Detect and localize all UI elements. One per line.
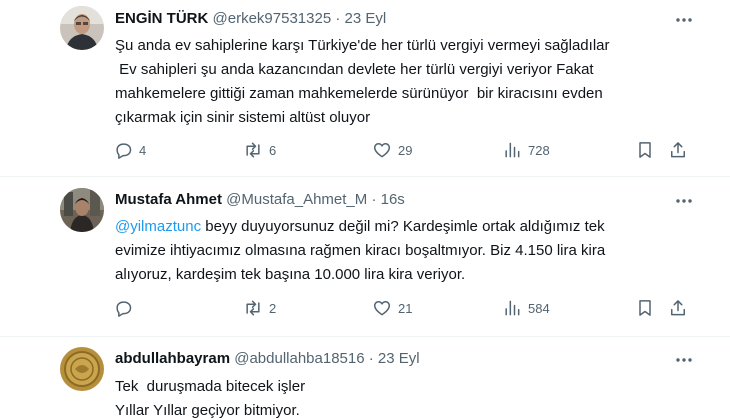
tweet-text: Şu anda ev sahiplerine karşı Türkiye'de … [115,34,695,130]
author-name[interactable]: Mustafa Ahmet [115,191,222,208]
avatar[interactable] [60,188,104,232]
views-icon [505,142,520,158]
more-horizontal-icon[interactable] [674,191,694,211]
tweet-text-line: evimize ihtiyacımız olmasına rağmen kira… [115,242,606,259]
tweet-text: @yilmaztunc beyy duyuyorsunuz değil mi? … [115,215,695,287]
like-button[interactable]: 29 [372,138,412,162]
retweet-icon [246,300,260,316]
tweet-actions: 4 6 29 728 [110,138,700,162]
separator-dot: · [368,350,374,367]
like-button[interactable]: 21 [372,296,412,320]
heart-icon [373,143,391,158]
tweet-header: abdullahbayram @abdullahba18516 · 23 Eyl [115,349,420,369]
tweet-header: ENGİN TÜRK @erkek97531325 · 23 Eyl [115,9,386,29]
bookmark-button[interactable] [635,138,655,162]
avatar[interactable] [60,6,104,50]
reply-button[interactable] [113,296,139,320]
tweet-header: Mustafa Ahmet @Mustafa_Ahmet_M · 16s [115,190,405,210]
heart-icon [373,301,391,316]
retweet-button[interactable]: 2 [243,296,276,320]
tweet-text-line: Tek duruşmada bitecek işler [115,378,306,395]
timestamp[interactable]: 23 Eyl [378,350,420,367]
author-handle[interactable]: @abdullahba18516 [234,350,364,367]
share-icon [671,142,685,158]
timestamp[interactable]: 16s [381,191,405,208]
tweet-mustafa-ahmet[interactable]: Mustafa Ahmet @Mustafa_Ahmet_M · 16s @yi… [0,176,730,336]
view-count: 728 [528,142,550,158]
reply-button[interactable]: 4 [113,138,146,162]
bookmark-icon [639,142,651,158]
separator-dot: · [371,191,377,208]
tweet-text-line: @yilmaztunc beyy duyuyorsunuz değil mi? … [115,215,695,239]
tweet-abdullahbayram[interactable]: abdullahbayram @abdullahba18516 · 23 Eyl… [0,336,730,420]
tweet-text: Tek duruşmada bitecek işler Yıllar Yılla… [115,375,695,420]
tweet-text-line: Şu anda ev sahiplerine karşı Türkiye'de … [115,37,610,54]
bookmark-icon [639,300,651,316]
share-button[interactable] [668,296,688,320]
reply-icon [116,301,132,317]
tweet-engin-turk[interactable]: ENGİN TÜRK @erkek97531325 · 23 Eyl Şu an… [0,0,730,176]
views-button[interactable]: 584 [502,296,550,320]
retweet-button[interactable]: 6 [243,138,276,162]
author-handle[interactable]: @erkek97531325 [213,10,332,27]
author-handle[interactable]: @Mustafa_Ahmet_M [226,191,367,208]
mention-link[interactable]: @yilmaztunc [115,218,201,235]
retweet-icon [246,142,260,158]
retweet-count: 6 [269,142,277,158]
share-button[interactable] [668,138,688,162]
tweet-text-line: çıkarmak için sinir sistemi altüst oluyo… [115,109,371,126]
tweet-text-fragment: beyy duyuyorsunuz değil mi? Kardeşimle o… [201,218,605,235]
views-icon [505,300,520,316]
reply-icon [116,143,132,159]
more-horizontal-icon[interactable] [674,350,694,370]
more-horizontal-icon[interactable] [674,10,694,30]
like-count: 29 [398,142,413,158]
author-name[interactable]: abdullahbayram [115,350,230,367]
tweet-text-line: Yıllar Yıllar geçiyor bitmiyor. [115,402,300,419]
bookmark-button[interactable] [635,296,655,320]
share-icon [671,300,685,316]
views-button[interactable]: 728 [502,138,550,162]
tweet-actions: 2 21 584 [110,296,700,320]
reply-count: 4 [139,142,147,158]
tweet-text-line: alıyoruz, kardeşim tek başına 10.000 lir… [115,266,466,283]
tweet-text-line: Ev sahipleri şu anda kazancından devlete… [115,61,594,78]
like-count: 21 [398,300,413,316]
retweet-count: 2 [269,300,277,316]
tweet-text-line: mahkemelere gittiği zaman mahkemelerde s… [115,85,603,102]
author-name[interactable]: ENGİN TÜRK [115,10,208,27]
avatar[interactable] [60,347,104,391]
view-count: 584 [528,300,550,316]
separator-dot: · [335,10,341,27]
timestamp[interactable]: 23 Eyl [345,10,387,27]
